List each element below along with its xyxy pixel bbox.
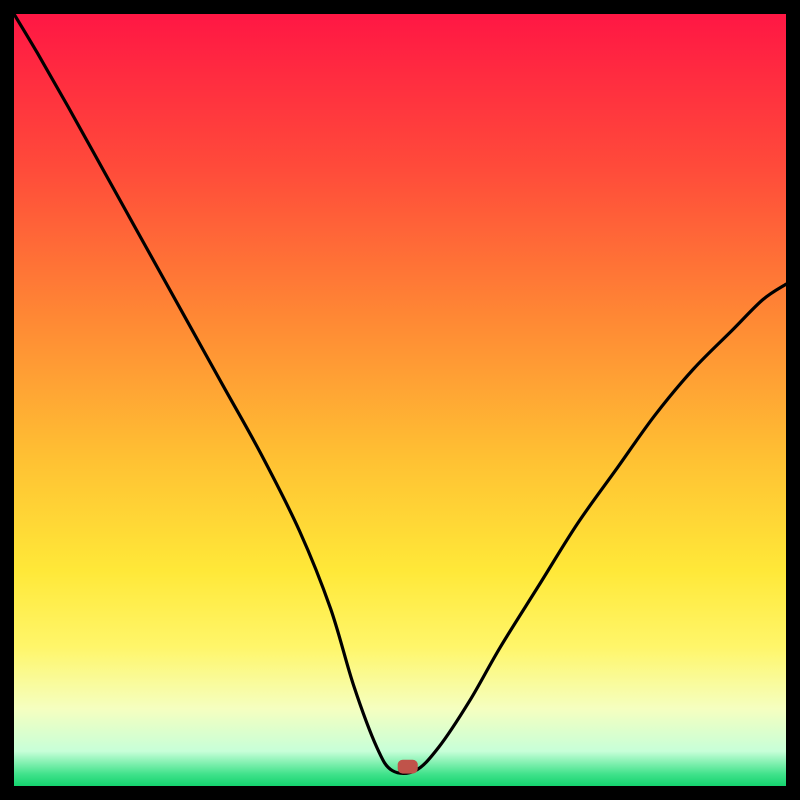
gradient-background <box>14 14 786 786</box>
optimal-point-marker <box>398 760 418 774</box>
chart-frame: TheBottleneck.com <box>14 14 786 786</box>
bottleneck-chart <box>14 14 786 786</box>
